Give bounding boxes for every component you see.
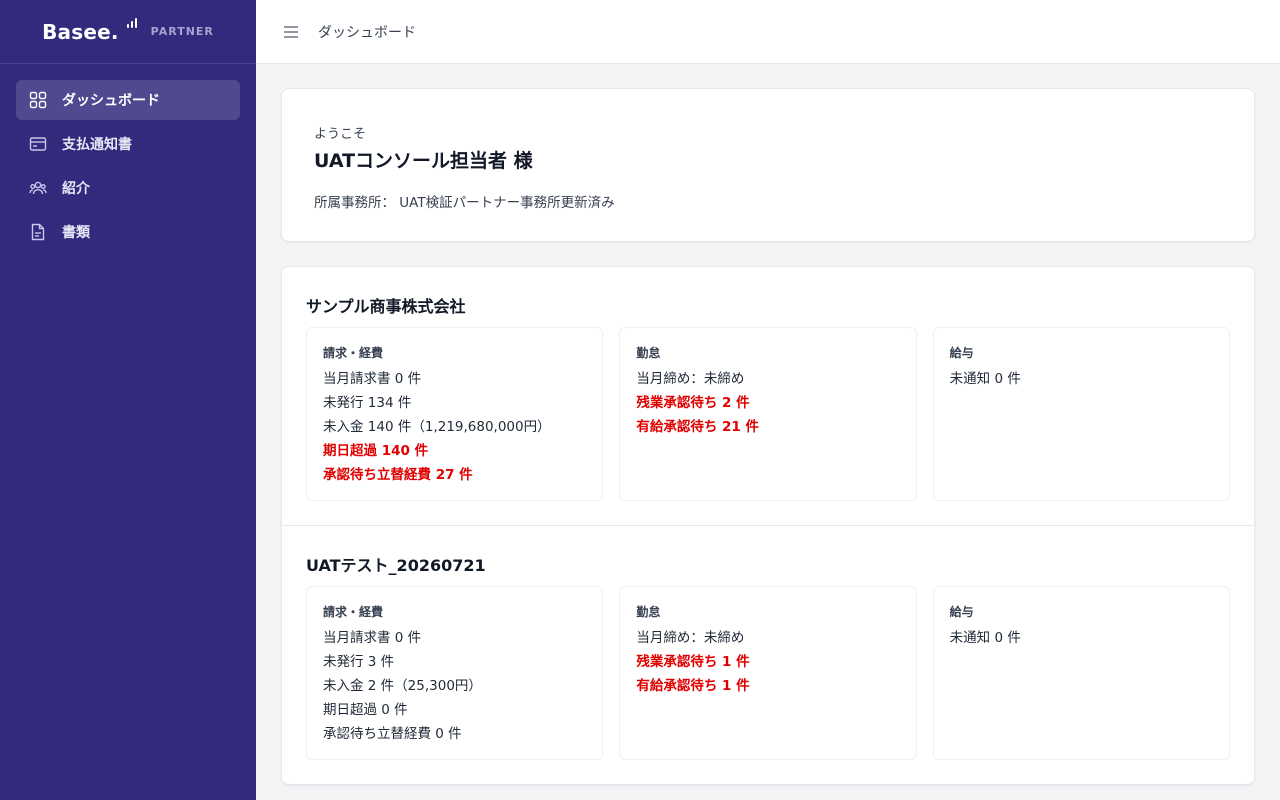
- monthly-closing-status: 当月締め：未締め: [636, 371, 745, 387]
- sidebar-item-label: 書類: [62, 225, 90, 241]
- overdue-count: 期日超過 0 件: [323, 702, 408, 718]
- attendance-panel: 勤怠 当月締め：未締め 残業承認待ち 1 件 有給承認待ち 1 件: [619, 586, 917, 760]
- sidebar-item-label: ダッシュボード: [62, 93, 160, 109]
- brand-logo[interactable]: Basee. PARTNER: [0, 0, 256, 64]
- paid-leave-pending[interactable]: 有給承認待ち 1 件: [636, 674, 899, 698]
- payroll-panel: 給与 未通知 0 件: [932, 586, 1230, 760]
- welcome-office: 所属事務所： UAT検証パートナー事務所更新済み: [314, 195, 615, 211]
- welcome-user-name: UATコンソール担当者 様: [314, 150, 533, 172]
- overtime-pending[interactable]: 残業承認待ち 1 件: [636, 650, 899, 674]
- overtime-pending[interactable]: 残業承認待ち 2 件: [636, 391, 899, 415]
- panel-title: 請求・経費: [323, 346, 384, 360]
- monthly-closing-status: 当月締め：未締め: [636, 630, 745, 646]
- sidebar-item-referrals[interactable]: 紹介: [16, 168, 240, 208]
- monthly-invoices: 当月請求書 0 件: [323, 630, 422, 646]
- sidebar-item-documents[interactable]: 書類: [16, 212, 240, 252]
- users-icon: [28, 178, 48, 198]
- brand-sub: PARTNER: [150, 25, 214, 38]
- top-header: ダッシュボード: [256, 0, 1280, 64]
- company-panels: 請求・経費 当月請求書 0 件 未発行 3 件 未入金 2 件（25,300円）…: [306, 586, 1230, 760]
- sidebar-item-payment-notices[interactable]: 支払通知書: [16, 124, 240, 164]
- company-panels: 請求・経費 当月請求書 0 件 未発行 134 件 未入金 140 件（1,21…: [306, 327, 1230, 501]
- sidebar: Basee. PARTNER ダッシュボード 支払通知書 紹介 書類: [0, 0, 256, 800]
- welcome-card: ようこそ UATコンソール担当者 様 所属事務所： UAT検証パートナー事務所更…: [281, 88, 1255, 242]
- unnotified-count: 未通知 0 件: [949, 630, 1021, 646]
- company-section: サンプル商事株式会社 請求・経費 当月請求書 0 件 未発行 134 件 未入金…: [282, 267, 1254, 525]
- pending-expenses[interactable]: 承認待ち立替経費 27 件: [323, 463, 586, 487]
- sidebar-item-label: 支払通知書: [62, 137, 132, 153]
- paid-leave-pending[interactable]: 有給承認待ち 21 件: [636, 415, 899, 439]
- page-title: ダッシュボード: [318, 24, 416, 41]
- payroll-panel: 給与 未通知 0 件: [932, 327, 1230, 501]
- welcome-greeting: ようこそ: [314, 127, 367, 142]
- billing-panel: 請求・経費 当月請求書 0 件 未発行 3 件 未入金 2 件（25,300円）…: [306, 586, 604, 760]
- card-icon: [28, 134, 48, 154]
- sidebar-item-label: 紹介: [62, 181, 90, 197]
- attendance-panel: 勤怠 当月締め：未締め 残業承認待ち 2 件 有給承認待ち 21 件: [619, 327, 917, 501]
- hamburger-menu-icon[interactable]: [282, 23, 300, 41]
- billing-panel: 請求・経費 当月請求書 0 件 未発行 134 件 未入金 140 件（1,21…: [306, 327, 604, 501]
- unissued-count: 未発行 3 件: [323, 654, 395, 670]
- companies-card: サンプル商事株式会社 請求・経費 当月請求書 0 件 未発行 134 件 未入金…: [281, 266, 1255, 785]
- panel-title: 勤怠: [636, 605, 661, 619]
- sidebar-nav: ダッシュボード 支払通知書 紹介 書類: [0, 64, 256, 272]
- panel-title: 請求・経費: [323, 605, 384, 619]
- sidebar-item-dashboard[interactable]: ダッシュボード: [16, 80, 240, 120]
- overdue-count[interactable]: 期日超過 140 件: [323, 439, 586, 463]
- signal-bars-icon: [126, 16, 137, 28]
- company-name: UATテスト_20260721: [306, 556, 486, 575]
- panel-title: 勤怠: [636, 346, 661, 360]
- main-content: ようこそ UATコンソール担当者 様 所属事務所： UAT検証パートナー事務所更…: [281, 88, 1255, 785]
- unpaid-count: 未入金 2 件（25,300円）: [323, 678, 482, 694]
- unissued-count: 未発行 134 件: [323, 395, 412, 411]
- grid-icon: [28, 90, 48, 110]
- company-name: サンプル商事株式会社: [306, 297, 466, 316]
- panel-title: 給与: [949, 346, 974, 360]
- brand-name: Basee.: [42, 19, 119, 44]
- monthly-invoices: 当月請求書 0 件: [323, 371, 422, 387]
- pending-expenses: 承認待ち立替経費 0 件: [323, 726, 462, 742]
- company-section: UATテスト_20260721 請求・経費 当月請求書 0 件 未発行 3 件 …: [282, 525, 1254, 784]
- document-icon: [28, 222, 48, 242]
- unnotified-count: 未通知 0 件: [949, 371, 1021, 387]
- unpaid-count: 未入金 140 件（1,219,680,000円）: [323, 419, 551, 435]
- panel-title: 給与: [949, 605, 974, 619]
